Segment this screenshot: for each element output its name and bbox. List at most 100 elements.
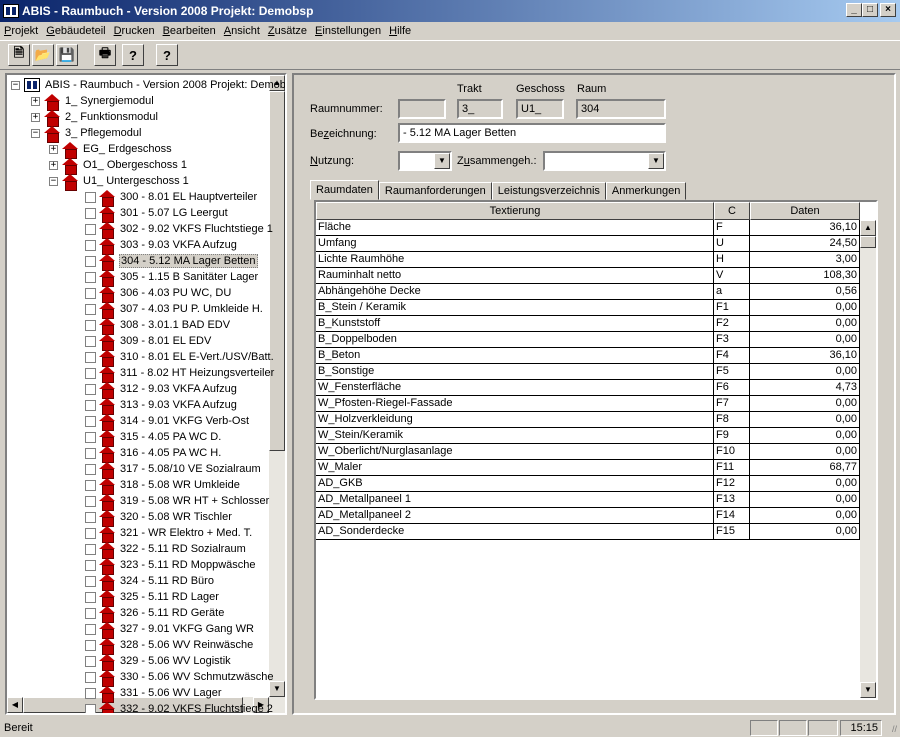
row-code-cell[interactable]: F6 [714,380,750,396]
row-code-cell[interactable]: V [714,268,750,284]
room-checkbox[interactable] [85,223,96,235]
table-row[interactable]: AD_Metallpaneel 2 F14 0,00 [316,508,860,524]
room-checkbox[interactable] [85,639,96,651]
row-label-cell[interactable]: B_Beton [316,348,714,364]
row-label-cell[interactable]: AD_Sonderdecke [316,524,714,540]
row-code-cell[interactable]: F1 [714,300,750,316]
tree-room[interactable]: 320 - 5.08 WR Tischler [85,509,233,527]
row-label-cell[interactable]: Lichte Raumhöhe [316,252,714,268]
row-value-cell[interactable]: 0,00 [750,300,860,316]
row-label-cell[interactable]: Fläche [316,220,714,236]
tree-room[interactable]: 313 - 9.03 VKFA Aufzug [85,397,238,415]
tree-module[interactable]: − 3_ Pflegemodul [31,125,142,143]
column-header[interactable]: C [714,202,750,220]
room-checkbox[interactable] [85,655,96,667]
row-code-cell[interactable]: F8 [714,412,750,428]
row-value-cell[interactable]: 0,00 [750,316,860,332]
tab-anmerkungen[interactable]: Anmerkungen [605,182,687,200]
room-checkbox[interactable] [85,591,96,603]
scroll-down-arrow-icon[interactable]: ▼ [860,682,876,698]
expander-icon[interactable]: + [49,160,58,170]
room-checkbox[interactable] [85,335,96,347]
tree-room[interactable]: 323 - 5.11 RD Moppwäsche [85,557,257,575]
save-disk-button[interactable]: 💾 [56,44,78,66]
room-checkbox[interactable] [85,687,96,699]
room-checkbox[interactable] [85,431,96,443]
row-value-cell[interactable]: 0,00 [750,476,860,492]
bezeichnung-field[interactable]: - 5.12 MA Lager Betten [398,123,666,143]
tree-room[interactable]: 329 - 5.06 WV Logistik [85,653,232,671]
maximize-button[interactable]: □ [862,3,878,17]
row-label-cell[interactable]: W_Pfosten-Riegel-Fassade [316,396,714,412]
table-row[interactable]: B_Stein / Keramik F1 0,00 [316,300,860,316]
tree-root[interactable]: − ABIS - Raumbuch - Version 2008 Projekt:… [11,77,285,93]
table-row[interactable]: Lichte Raumhöhe H 3,00 [316,252,860,268]
row-value-cell[interactable]: 36,10 [750,220,860,236]
table-row[interactable]: W_Stein/Keramik F9 0,00 [316,428,860,444]
column-header[interactable]: Textierung [316,202,714,220]
row-label-cell[interactable]: B_Stein / Keramik [316,300,714,316]
menu-item[interactable]: Hilfe [385,25,415,37]
room-checkbox[interactable] [85,495,96,507]
row-value-cell[interactable]: 36,10 [750,348,860,364]
expander-icon[interactable]: − [49,176,58,186]
tree-room[interactable]: 330 - 5.06 WV Schmutzwäsche [85,669,274,687]
room-checkbox[interactable] [85,671,96,683]
tree-room[interactable]: 309 - 8.01 EL EDV [85,333,212,351]
row-label-cell[interactable]: Umfang [316,236,714,252]
row-label-cell[interactable]: Abhängehöhe Decke [316,284,714,300]
row-value-cell[interactable]: 0,56 [750,284,860,300]
row-label-cell[interactable]: W_Fensterfläche [316,380,714,396]
tree-room[interactable]: 332 - 9.02 VKFS Fluchtstiege 2 [85,701,274,713]
row-code-cell[interactable]: F14 [714,508,750,524]
row-code-cell[interactable]: F10 [714,444,750,460]
tree-room[interactable]: 325 - 5.11 RD Lager [85,589,220,607]
tree-room[interactable]: 319 - 5.08 WR HT + Schlosser [85,493,270,511]
table-row[interactable]: W_Oberlicht/Nurglasanlage F10 0,00 [316,444,860,460]
room-checkbox[interactable] [85,383,96,395]
row-value-cell[interactable]: 0,00 [750,508,860,524]
row-label-cell[interactable]: W_Stein/Keramik [316,428,714,444]
zusammengeh-combobox[interactable]: ▼ [543,151,666,171]
row-value-cell[interactable]: 3,00 [750,252,860,268]
table-row[interactable]: W_Pfosten-Riegel-Fassade F7 0,00 [316,396,860,412]
menu-item[interactable]: Projekt [0,25,42,37]
row-label-cell[interactable]: AD_Metallpaneel 2 [316,508,714,524]
tree-room[interactable]: 327 - 9.01 VKFG Gang WR [85,621,255,639]
row-code-cell[interactable]: F9 [714,428,750,444]
row-label-cell[interactable]: Rauminhalt netto [316,268,714,284]
row-value-cell[interactable]: 0,00 [750,364,860,380]
menu-item[interactable]: Ansicht [220,25,264,37]
context-help-button[interactable]: ? [156,44,178,66]
tree-vertical-scrollbar[interactable]: ▲ ▼ [269,75,285,713]
table-row[interactable]: B_Sonstige F5 0,00 [316,364,860,380]
tree-room[interactable]: 314 - 9.01 VKFG Verb-Ost [85,413,250,431]
tree-room[interactable]: 326 - 5.11 RD Geräte [85,605,225,623]
row-value-cell[interactable]: 4,73 [750,380,860,396]
scroll-left-arrow-icon[interactable]: ◀ [7,697,23,713]
row-code-cell[interactable]: F [714,220,750,236]
tree-room[interactable]: 302 - 9.02 VKFS Fluchtstiege 1 [85,221,274,239]
room-checkbox[interactable] [85,303,96,315]
row-value-cell[interactable]: 68,77 [750,460,860,476]
printer-button[interactable]: 🖶 [94,44,116,66]
chevron-down-icon[interactable]: ▼ [434,153,450,169]
room-checkbox[interactable] [85,255,96,267]
tree-room[interactable]: 301 - 5.07 LG Leergut [85,205,229,223]
table-row[interactable]: AD_Sonderdecke F15 0,00 [316,524,860,540]
geschoss-field[interactable]: U1_ [516,99,564,119]
scroll-up-arrow-icon[interactable]: ▲ [860,220,876,236]
room-checkbox[interactable] [85,271,96,283]
room-checkbox[interactable] [85,191,96,203]
tree-room[interactable]: 304 - 5.12 MA Lager Betten [85,253,258,271]
tree-room[interactable]: 307 - 4.03 PU P. Umkleide H. [85,301,264,319]
menu-item[interactable]: Drucken [110,25,159,37]
table-row[interactable]: Abhängehöhe Decke a 0,56 [316,284,860,300]
tree-room[interactable]: 328 - 5.06 WV Reinwäsche [85,637,254,655]
expander-icon[interactable]: + [49,144,58,154]
room-checkbox[interactable] [85,287,96,299]
room-checkbox[interactable] [85,623,96,635]
resize-grip-icon[interactable]: // [892,724,897,734]
expander-icon[interactable]: + [31,96,40,106]
tree-room[interactable]: 317 - 5.08/10 VE Sozialraum [85,461,262,479]
